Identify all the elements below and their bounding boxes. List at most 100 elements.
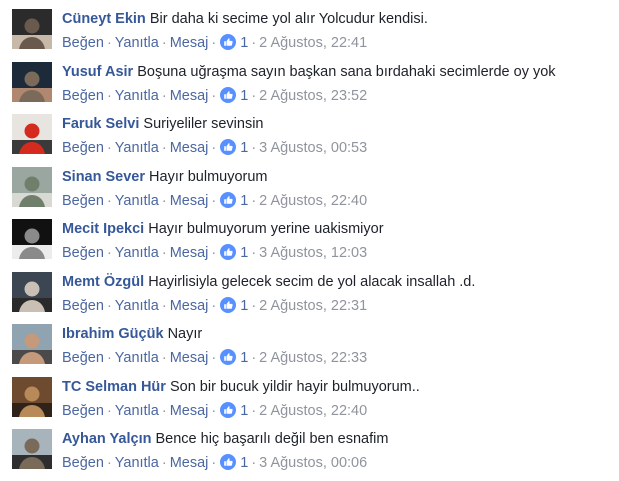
comment-author[interactable]: Ibrahim Güçük <box>62 326 164 342</box>
separator: · <box>106 245 112 261</box>
like-count[interactable]: 1 <box>240 245 248 261</box>
like-reaction-icon[interactable] <box>220 349 237 365</box>
reply-button[interactable]: Yanıtla <box>115 455 159 471</box>
comment-item: Yusuf Asir Boşuna uğraşma sayın başkan s… <box>0 57 619 110</box>
like-count[interactable]: 1 <box>240 350 248 366</box>
like-reaction-icon[interactable] <box>220 454 237 470</box>
comment-author[interactable]: Faruk Selvi <box>62 116 139 132</box>
comment-item: Faruk Selvi Suriyeliler sevinsin Beğen · Ya… <box>0 109 619 162</box>
like-reaction-icon[interactable] <box>220 34 237 50</box>
message-button[interactable]: Mesaj <box>170 193 209 209</box>
message-button[interactable]: Mesaj <box>170 403 209 419</box>
separator: · <box>161 350 167 366</box>
comment-actions: Beğen · Yanıtla · Mesaj · 1 · 3 Ağustos, 12:03 <box>62 244 367 262</box>
avatar[interactable] <box>12 219 52 259</box>
comment-actions: Beğen · Yanıtla · Mesaj · 1 · 2 Ağustos, 23:52 <box>62 86 367 105</box>
like-count[interactable]: 1 <box>240 298 248 314</box>
separator: · <box>251 455 257 471</box>
like-button[interactable]: Beğen <box>62 455 104 471</box>
comment-timestamp[interactable]: 2 Ağustos, 22:33 <box>259 350 367 366</box>
like-count[interactable]: 1 <box>240 455 248 471</box>
avatar[interactable] <box>12 9 52 49</box>
comment-author[interactable]: TC Selman Hür <box>62 379 166 395</box>
separator: · <box>211 35 217 51</box>
like-reaction-icon[interactable] <box>220 401 237 418</box>
like-button[interactable]: Beğen <box>62 35 104 51</box>
message-button[interactable]: Mesaj <box>170 350 209 366</box>
like-reaction-icon[interactable] <box>220 86 237 103</box>
like-count[interactable]: 1 <box>240 35 248 51</box>
reply-button[interactable]: Yanıtla <box>115 245 159 261</box>
like-button[interactable]: Beğen <box>62 403 104 419</box>
reply-button[interactable]: Yanıtla <box>115 298 159 314</box>
comment-timestamp[interactable]: 3 Ağustos, 00:06 <box>259 455 367 471</box>
comment-actions: Beğen · Yanıtla · Mesaj · 1 · 2 Ağustos, 22:40 <box>62 191 367 210</box>
comment-timestamp[interactable]: 2 Ağustos, 22:31 <box>259 298 367 314</box>
comment-timestamp[interactable]: 3 Ağustos, 00:53 <box>259 140 367 156</box>
comment-body: Ibrahim Güçük Nayır <box>62 325 202 343</box>
avatar[interactable] <box>12 271 52 312</box>
message-button[interactable]: Mesaj <box>170 455 209 471</box>
message-button[interactable]: Mesaj <box>170 298 209 314</box>
comment-timestamp[interactable]: 2 Ağustos, 22:40 <box>259 193 367 209</box>
comment-author[interactable]: Yusuf Asir <box>62 64 133 80</box>
like-reaction-icon[interactable] <box>220 191 237 208</box>
message-button[interactable]: Mesaj <box>170 35 209 51</box>
like-count[interactable]: 1 <box>240 403 248 419</box>
comment-actions: Beğen · Yanıtla · Mesaj · 1 · 3 Ağustos, 00:06 <box>62 454 367 472</box>
avatar[interactable] <box>12 166 52 207</box>
avatar[interactable] <box>12 324 52 364</box>
avatar-image <box>12 114 52 154</box>
separator: · <box>161 140 167 156</box>
like-button[interactable]: Beğen <box>62 350 104 366</box>
comment-body: Ayhan Yalçın Bence hiç başarılı değil be… <box>62 430 388 448</box>
separator: · <box>211 297 217 314</box>
comment-body: Sinan Sever Hayır bulmuyorum <box>62 168 268 186</box>
reply-button[interactable]: Yanıtla <box>115 193 159 209</box>
comment-author[interactable]: Ayhan Yalçın <box>62 431 151 447</box>
separator: · <box>106 87 112 104</box>
separator: · <box>251 192 257 209</box>
comment-text: Hayır bulmuyorum yerine uakismiyor <box>148 221 384 237</box>
comment-author[interactable]: Cüneyt Ekin <box>62 11 146 27</box>
message-button[interactable]: Mesaj <box>170 88 209 104</box>
message-button[interactable]: Mesaj <box>170 245 209 261</box>
comment-text: Hayirlisiyla gelecek secim de yol alacak… <box>148 273 476 290</box>
comment-timestamp[interactable]: 2 Ağustos, 22:40 <box>259 403 367 419</box>
comment-author[interactable]: Sinan Sever <box>62 169 145 185</box>
comment-author[interactable]: Memt Özgül <box>62 274 144 290</box>
comment-item: Mecit Ipekci Hayır bulmuyorum yerine uak… <box>0 214 619 267</box>
like-button[interactable]: Beğen <box>62 245 104 261</box>
separator: · <box>251 402 257 419</box>
comment-timestamp[interactable]: 3 Ağustos, 12:03 <box>259 245 367 261</box>
like-button[interactable]: Beğen <box>62 140 104 156</box>
like-button[interactable]: Beğen <box>62 193 104 209</box>
comment-text: Suriyeliler sevinsin <box>143 116 264 132</box>
comment-timestamp[interactable]: 2 Ağustos, 22:41 <box>259 35 367 51</box>
reply-button[interactable]: Yanıtla <box>115 35 159 51</box>
avatar[interactable] <box>12 114 52 154</box>
avatar[interactable] <box>12 429 52 469</box>
separator: · <box>161 402 167 419</box>
like-reaction-icon[interactable] <box>220 139 237 155</box>
reply-button[interactable]: Yanıtla <box>115 88 159 104</box>
comment-item: Ayhan Yalçın Bence hiç başarılı değil be… <box>0 424 619 477</box>
like-reaction-icon[interactable] <box>220 296 237 313</box>
comment-body: Cüneyt Ekin Bir daha ki secime yol alır … <box>62 10 428 28</box>
like-count[interactable]: 1 <box>240 193 248 209</box>
reply-button[interactable]: Yanıtla <box>115 140 159 156</box>
avatar[interactable] <box>12 376 52 417</box>
message-button[interactable]: Mesaj <box>170 140 209 156</box>
separator: · <box>106 402 112 419</box>
comment-timestamp[interactable]: 2 Ağustos, 23:52 <box>259 88 367 104</box>
like-button[interactable]: Beğen <box>62 298 104 314</box>
like-count[interactable]: 1 <box>240 140 248 156</box>
separator: · <box>161 35 167 51</box>
avatar[interactable] <box>12 61 52 102</box>
like-reaction-icon[interactable] <box>220 244 237 260</box>
reply-button[interactable]: Yanıtla <box>115 403 159 419</box>
reply-button[interactable]: Yanıtla <box>115 350 159 366</box>
like-count[interactable]: 1 <box>240 88 248 104</box>
like-button[interactable]: Beğen <box>62 88 104 104</box>
comment-author[interactable]: Mecit Ipekci <box>62 221 144 237</box>
